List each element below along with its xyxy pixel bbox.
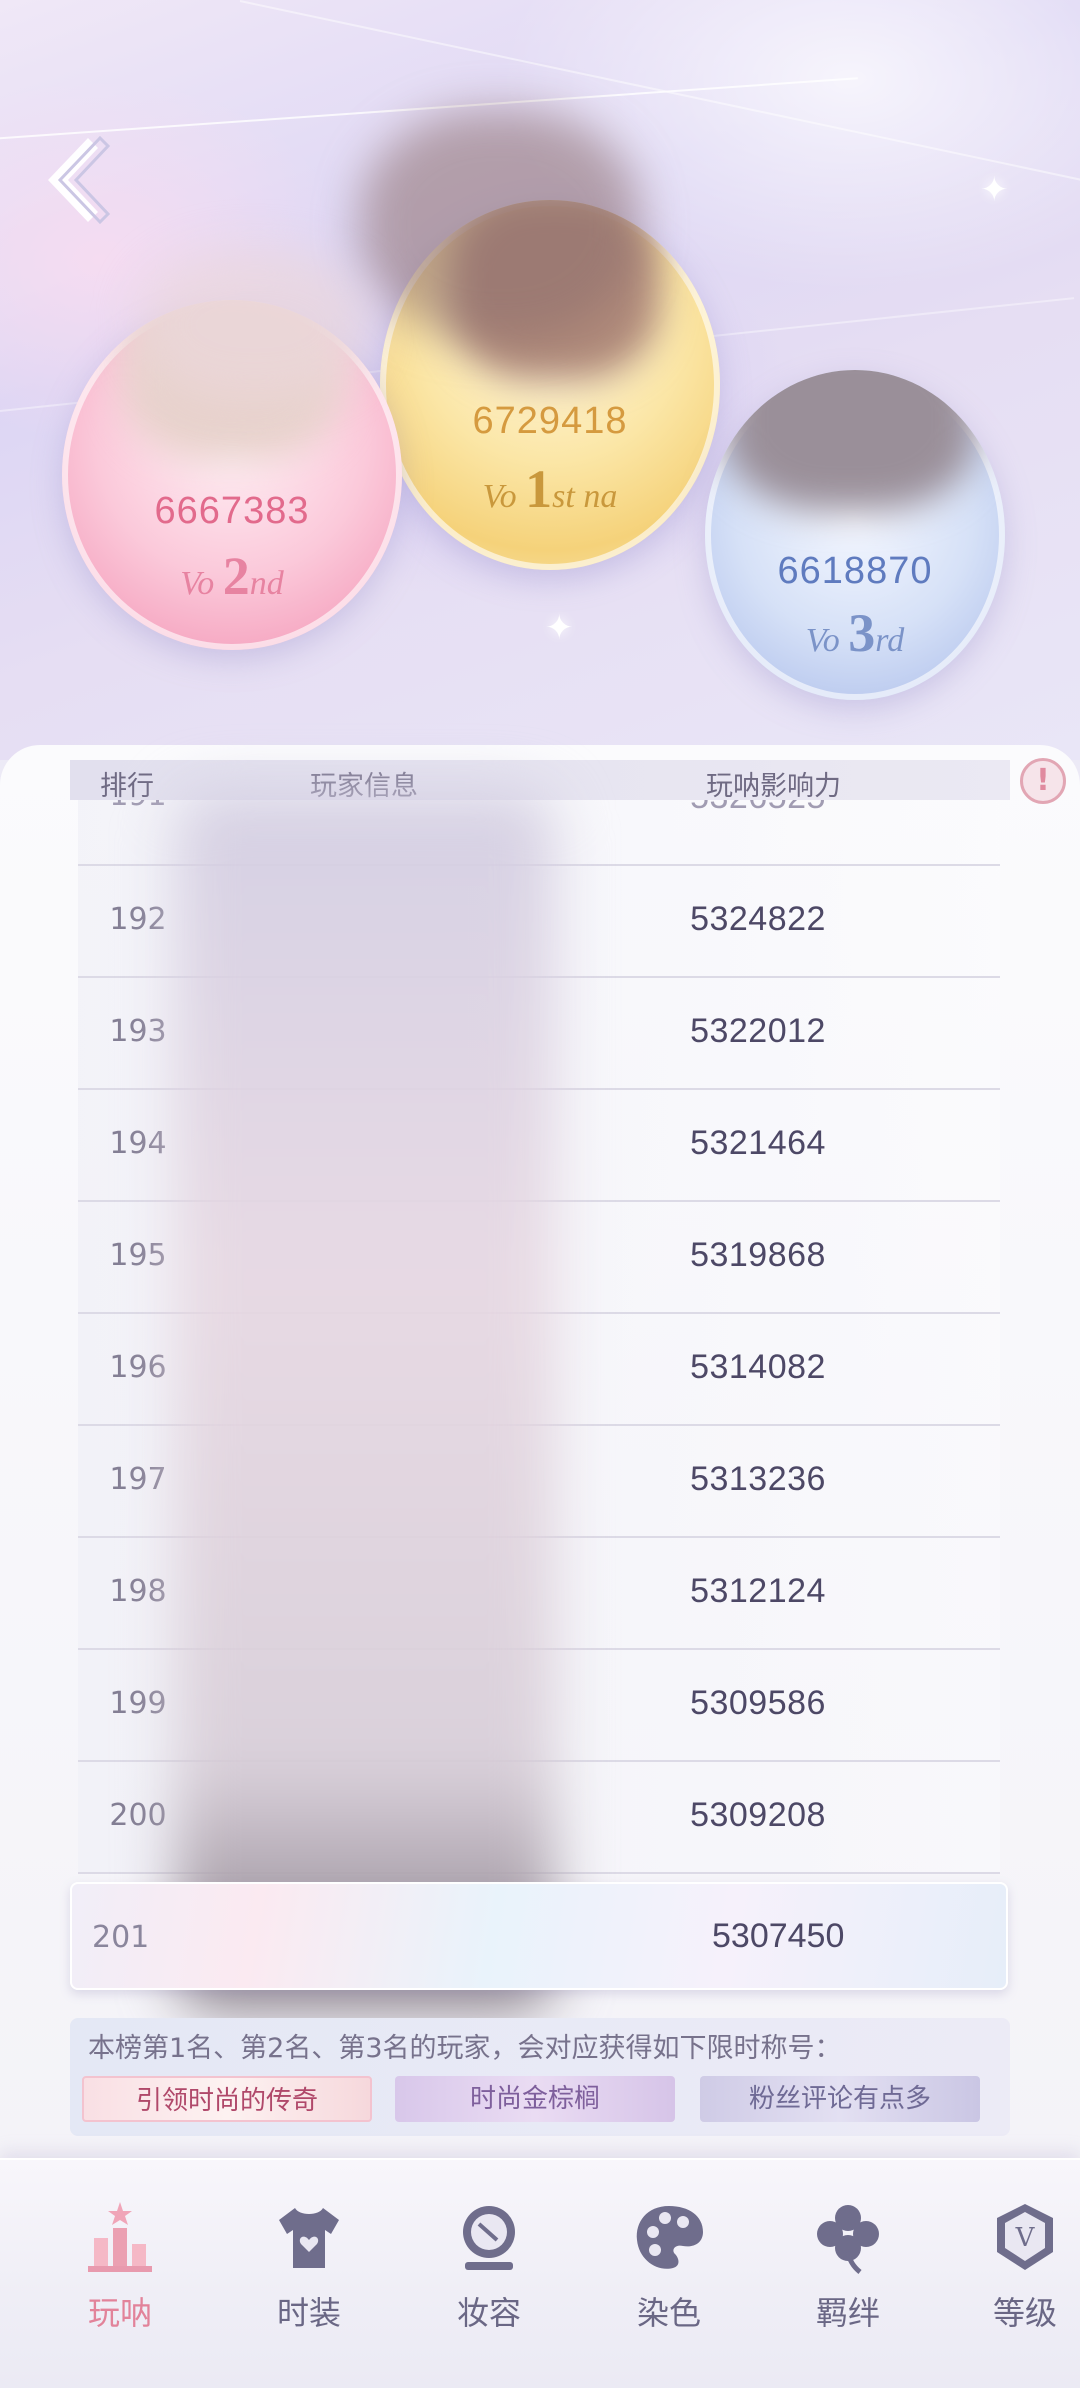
title-badge-second[interactable]: 时尚金棕榈: [395, 2076, 675, 2122]
clover-icon: [817, 2205, 879, 2274]
nav-item-fashion[interactable]: 时装: [244, 2200, 374, 2350]
third-place-orb[interactable]: 6618870 Vo 3rd: [705, 370, 1005, 700]
player-info-blurred: [175, 790, 555, 2010]
row-rank: 197: [109, 1462, 167, 1497]
player-avatar-blurred: [140, 250, 370, 400]
title-badge-first[interactable]: 引领时尚的传奇: [82, 2076, 372, 2122]
tshirt-icon: [279, 2208, 339, 2268]
my-ranking-row[interactable]: 201 5307450: [70, 1882, 1008, 1990]
back-button[interactable]: [40, 130, 150, 230]
second-place-score: 6667383: [154, 490, 310, 532]
player-avatar-blurred: [725, 370, 975, 510]
titles-note-text: 本榜第1名、第2名、第3名的玩家，会对应获得如下限时称号：: [88, 2033, 842, 2064]
nav-label: 妆容: [456, 2294, 521, 2332]
row-score: 5313236: [690, 1460, 826, 1498]
third-place-score: 6618870: [777, 550, 933, 592]
row-rank: 191: [88, 800, 188, 813]
row-score: 5309586: [690, 1684, 826, 1722]
third-place-rank: Vo 3rd: [805, 603, 905, 663]
bottom-navigation: 玩呐 时装 妆容 染色 羁绊 V 等级: [0, 2158, 1080, 2388]
sparkle-icon: ✦: [545, 608, 574, 648]
nav-label: 染色: [636, 2294, 701, 2332]
info-icon[interactable]: !: [1020, 758, 1066, 804]
row-rank: 193: [109, 1014, 167, 1049]
row-score: 5321464: [690, 1124, 826, 1162]
row-score: 5314082: [690, 1348, 826, 1386]
rank-column-label: 排行: [100, 771, 154, 802]
row-rank: 195: [109, 1238, 167, 1273]
sparkle-icon: ✦: [980, 170, 1009, 210]
row-rank: 198: [109, 1574, 167, 1609]
svg-text:V: V: [1015, 2223, 1036, 2253]
row-rank: 192: [109, 902, 167, 937]
podium-header: ✦ ✦ ✦ 6729418 Vo 1st na 6667383 Vo 2nd 6…: [0, 0, 1080, 760]
row-rank: 194: [109, 1126, 167, 1161]
palette-icon: [636, 2206, 703, 2269]
influence-column-label: 玩呐影响力: [706, 771, 841, 802]
nav-item-dye[interactable]: 染色: [604, 2200, 734, 2350]
row-score: 5326525: [538, 800, 978, 817]
nav-item-makeup[interactable]: 妆容: [424, 2200, 554, 2350]
nav-item-bond[interactable]: 羁绊: [783, 2200, 913, 2350]
nav-item-level[interactable]: V 等级: [960, 2200, 1080, 2350]
ranking-icon: [88, 2202, 152, 2272]
row-score: 5309208: [690, 1796, 826, 1834]
my-rank: 201: [92, 1920, 150, 1955]
row-rank: 196: [109, 1350, 167, 1385]
my-score: 5307450: [712, 1917, 845, 1955]
first-place-score: 6729418: [472, 400, 628, 442]
nav-label: 玩呐: [87, 2294, 152, 2332]
nav-label: 等级: [992, 2294, 1057, 2332]
first-place-rank: Vo 1st na: [482, 459, 618, 519]
row-score: 5324822: [690, 900, 826, 938]
back-arrow-icon: [48, 135, 111, 225]
row-score: 5319868: [690, 1236, 826, 1274]
row-score: 5322012: [690, 1012, 826, 1050]
mirror-icon: [463, 2206, 515, 2270]
level-badge-icon: V: [997, 2204, 1053, 2270]
second-place-rank: Vo 2nd: [180, 546, 284, 606]
row-rank: 200: [109, 1798, 167, 1833]
nav-label: 时装: [276, 2294, 341, 2332]
player-avatar-blurred: [360, 110, 640, 340]
titles-note: 本榜第1名、第2名、第3名的玩家，会对应获得如下限时称号： 引领时尚的传奇 时尚…: [70, 2018, 1010, 2136]
decorative-line: [239, 0, 1080, 190]
nav-label: 羁绊: [815, 2294, 880, 2332]
row-rank: 199: [109, 1686, 167, 1721]
title-badge-third[interactable]: 粉丝评论有点多: [700, 2076, 980, 2122]
nav-item-wanna[interactable]: 玩呐: [55, 2200, 185, 2350]
row-score: 5312124: [690, 1572, 826, 1610]
